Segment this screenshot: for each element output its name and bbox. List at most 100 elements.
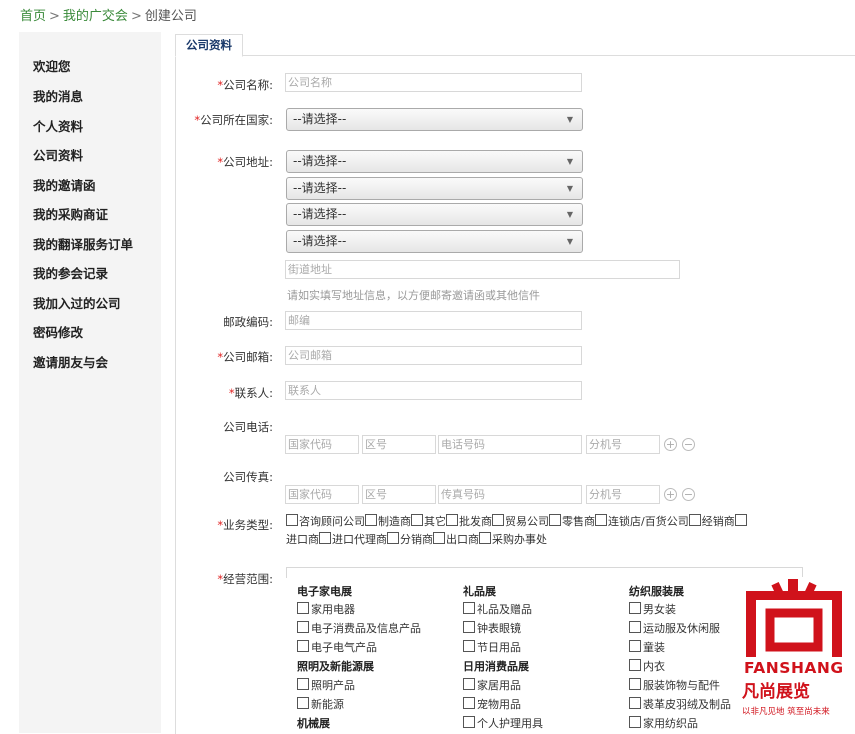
sidebar-item-invite-friends[interactable]: 邀请朋友与会 (33, 352, 108, 371)
phone-country-code-input[interactable]: 国家代码 (285, 435, 359, 454)
tab-company-profile[interactable]: 公司资料 (175, 34, 243, 57)
phone-number-input[interactable]: 电话号码 (438, 435, 582, 454)
breadcrumb-home-link[interactable]: 首页 (20, 9, 46, 24)
scope-item[interactable]: 个人护理用具 (463, 715, 543, 731)
country-select[interactable]: --请选择-- ▼ (286, 108, 583, 131)
address-select-2[interactable]: --请选择-- ▼ (286, 177, 583, 200)
checkbox[interactable] (734, 514, 747, 526)
remove-phone-icon[interactable]: − (682, 438, 695, 451)
sidebar-item-change-password[interactable]: 密码修改 (33, 322, 83, 341)
business-type-option[interactable]: 采购办事处 (479, 532, 547, 546)
sidebar-item-translation-orders[interactable]: 我的翻译服务订单 (33, 234, 133, 253)
checkbox[interactable] (286, 514, 298, 526)
checkbox[interactable] (297, 697, 309, 709)
business-type-option[interactable]: 贸易公司 (492, 514, 549, 528)
remove-fax-icon[interactable]: − (682, 488, 695, 501)
scope-item[interactable]: 礼品及赠品 (463, 601, 532, 617)
scope-item[interactable]: 家用纺织品 (629, 715, 698, 731)
scope-item[interactable]: 电子消费品及信息产品 (297, 620, 421, 636)
scope-item[interactable]: 电子电气产品 (297, 639, 377, 655)
scope-item[interactable]: 钟表眼镜 (463, 620, 521, 636)
fax-area-code-input[interactable]: 区号 (362, 485, 436, 504)
breadcrumb-my-expo-link[interactable]: 我的广交会 (63, 9, 128, 24)
scope-item[interactable]: 男女装 (629, 601, 676, 617)
postcode-input[interactable]: 邮编 (285, 311, 582, 330)
sidebar-item-attendance-records[interactable]: 我的参会记录 (33, 263, 108, 282)
scope-item[interactable]: 内衣 (629, 658, 665, 674)
checkbox[interactable] (595, 514, 607, 526)
checkbox[interactable] (629, 678, 641, 690)
checkbox[interactable] (629, 716, 641, 728)
checkbox[interactable] (479, 532, 491, 544)
sidebar-item-joined-companies[interactable]: 我加入过的公司 (33, 293, 121, 312)
fax-number-input[interactable]: 传真号码 (438, 485, 582, 504)
fax-extension-input[interactable]: 分机号 (586, 485, 660, 504)
phone-area-code-input[interactable]: 区号 (362, 435, 436, 454)
checkbox[interactable] (549, 514, 561, 526)
scope-item[interactable]: 童装 (629, 639, 665, 655)
sidebar-item-welcome[interactable]: 欢迎您 (33, 56, 71, 75)
address-select-4[interactable]: --请选择-- ▼ (286, 230, 583, 253)
scope-item[interactable]: 服装饰物与配件 (629, 677, 720, 693)
street-address-input[interactable]: 街道地址 (285, 260, 680, 279)
checkbox[interactable] (446, 514, 458, 526)
address-label: *公司地址: (217, 155, 273, 169)
checkbox[interactable] (387, 532, 399, 544)
checkbox[interactable] (433, 532, 445, 544)
checkbox[interactable] (297, 602, 309, 614)
company-email-input[interactable]: 公司邮箱 (285, 346, 582, 365)
checkbox[interactable] (365, 514, 377, 526)
scope-item[interactable]: 照明产品 (297, 677, 355, 693)
checkbox[interactable] (463, 640, 475, 652)
business-type-option[interactable]: 连锁店/百货公司 (595, 514, 689, 528)
sidebar-item-invitations[interactable]: 我的邀请函 (33, 175, 96, 194)
checkbox[interactable] (629, 697, 641, 709)
add-phone-icon[interactable]: + (664, 438, 677, 451)
scope-item[interactable]: 裘革皮羽绒及制品 (629, 696, 731, 712)
checkbox[interactable] (463, 697, 475, 709)
checkbox[interactable] (629, 621, 641, 633)
checkbox[interactable] (463, 621, 475, 633)
checkbox[interactable] (492, 514, 504, 526)
sidebar-item-profile[interactable]: 个人资料 (33, 116, 83, 135)
checkbox[interactable] (629, 602, 641, 614)
scope-item[interactable]: 家居用品 (463, 677, 521, 693)
sidebar-item-messages[interactable]: 我的消息 (33, 86, 83, 105)
business-type-option[interactable]: 进口代理商 (319, 532, 387, 546)
scope-item[interactable]: 节日用品 (463, 639, 521, 655)
checkbox[interactable] (297, 621, 309, 633)
business-type-option[interactable]: 进口商 (286, 533, 319, 546)
business-type-option[interactable]: 其它 (411, 514, 446, 528)
checkbox[interactable] (463, 678, 475, 690)
scope-item[interactable]: 宠物用品 (463, 696, 521, 712)
company-name-input[interactable]: 公司名称 (285, 73, 582, 92)
checkbox[interactable] (629, 640, 641, 652)
scope-item[interactable]: 家用电器 (297, 601, 355, 617)
checkbox[interactable] (297, 678, 309, 690)
sidebar-item-buyer-badge[interactable]: 我的采购商证 (33, 204, 108, 223)
business-type-option[interactable]: 制造商 (365, 514, 411, 528)
address-select-3[interactable]: --请选择-- ▼ (286, 203, 583, 226)
chevron-down-icon: ▼ (566, 115, 573, 124)
add-fax-icon[interactable]: + (664, 488, 677, 501)
checkbox[interactable] (463, 602, 475, 614)
checkbox[interactable] (688, 514, 701, 526)
checkbox[interactable] (411, 514, 423, 526)
business-type-option[interactable]: 咨询顾问公司 (286, 514, 365, 528)
scope-item[interactable]: 新能源 (297, 696, 344, 712)
business-type-option[interactable]: 分销商 (387, 532, 433, 546)
phone-extension-input[interactable]: 分机号 (586, 435, 660, 454)
checkbox[interactable] (629, 659, 641, 671)
fax-country-code-input[interactable]: 国家代码 (285, 485, 359, 504)
business-type-option[interactable]: 经销商 (688, 514, 735, 528)
business-type-option[interactable]: 零售商 (549, 514, 595, 528)
checkbox[interactable] (319, 532, 331, 544)
sidebar-item-company-profile[interactable]: 公司资料 (33, 145, 83, 164)
checkbox[interactable] (297, 640, 309, 652)
address-select-1[interactable]: --请选择-- ▼ (286, 150, 583, 173)
business-type-option[interactable]: 出口商 (433, 532, 479, 546)
scope-item[interactable]: 运动服及休闲服 (629, 620, 720, 636)
business-type-option[interactable]: 批发商 (446, 514, 492, 528)
checkbox[interactable] (463, 716, 475, 728)
contact-input[interactable]: 联系人 (285, 381, 582, 400)
